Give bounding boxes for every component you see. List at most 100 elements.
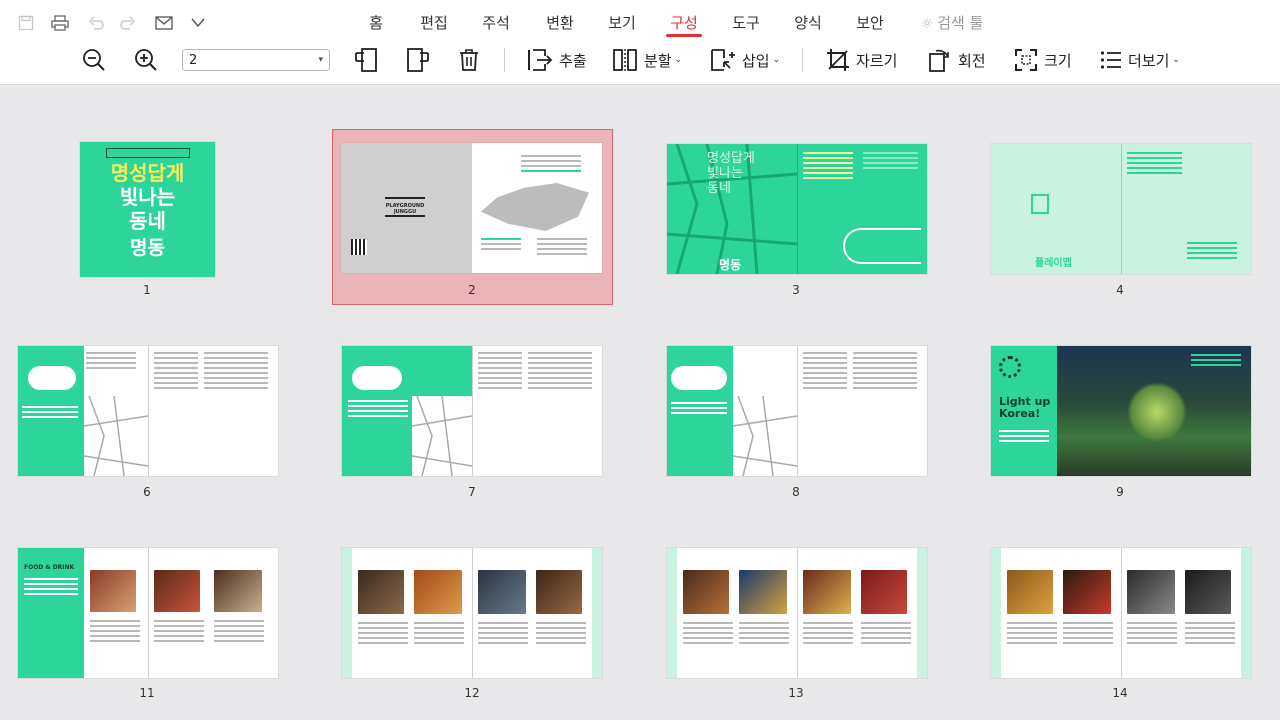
- text-block: [358, 622, 408, 647]
- page-fold: [148, 346, 149, 476]
- size-label: 크기: [1044, 51, 1072, 70]
- text-block: [154, 620, 204, 645]
- redo-icon[interactable]: [116, 11, 140, 35]
- district-map: [481, 183, 589, 231]
- playmap-label: 플레이맵: [1035, 258, 1072, 269]
- text-block: [1127, 152, 1182, 177]
- rotate-icon: [929, 49, 949, 72]
- tab-convert[interactable]: 변환: [544, 8, 576, 38]
- playground-logo: PLAYGROUND JUNGGU: [385, 197, 425, 217]
- speech-bubble: [352, 366, 402, 390]
- save-icon[interactable]: [14, 11, 38, 35]
- restaurant-photo: [358, 570, 404, 614]
- text-block: [803, 152, 853, 182]
- zoom-in-button[interactable]: [134, 44, 158, 76]
- page-number-label: 9: [1116, 485, 1124, 499]
- text-block: [214, 620, 264, 645]
- text-block: [803, 622, 853, 647]
- page-thumbnail[interactable]: 플레이맵: [991, 144, 1251, 274]
- page-fold: [1121, 548, 1122, 678]
- page-thumbnail[interactable]: 명성답게 빛나는 동네 명동: [80, 142, 215, 277]
- rotate-button[interactable]: 회전: [926, 44, 986, 76]
- tab-organize[interactable]: 구성: [666, 8, 702, 38]
- customize-dropdown-icon[interactable]: [186, 11, 210, 35]
- rotate-page-left-button[interactable]: [354, 44, 378, 76]
- page-thumbnail[interactable]: [342, 548, 602, 678]
- tab-forms[interactable]: 양식: [792, 8, 824, 38]
- tab-security[interactable]: 보안: [854, 8, 886, 38]
- page-number-label: 12: [464, 686, 480, 700]
- map-graphic: [412, 396, 472, 476]
- insert-label: 삽입: [742, 51, 770, 70]
- delete-page-button[interactable]: [458, 44, 480, 76]
- tab-search-tool[interactable]: ☼ 검색 툴: [916, 8, 988, 38]
- page-number-value: 2: [189, 52, 198, 68]
- zoom-out-icon: [83, 49, 105, 71]
- text-block: [478, 622, 528, 647]
- page-thumbnail[interactable]: Light up Korea!: [991, 346, 1251, 476]
- mail-icon[interactable]: [152, 11, 176, 35]
- tab-edit[interactable]: 편집: [418, 8, 450, 38]
- tab-tools[interactable]: 도구: [730, 8, 762, 38]
- text-block: [478, 352, 522, 392]
- page-fold: [797, 346, 798, 476]
- page-fold: [148, 548, 149, 678]
- light-up-korea-title: Light up Korea!: [999, 395, 1051, 421]
- toolbar-area: 홈 편집 주석 변환 보기 구성 도구 양식 보안 ☼ 검색 툴 2 ▾ 추출 분…: [0, 0, 1280, 85]
- page-thumbnail[interactable]: [991, 548, 1251, 678]
- page-thumbnail[interactable]: PLAYGROUND JUNGGU: [341, 143, 602, 273]
- size-button[interactable]: 크기: [1014, 44, 1072, 76]
- print-icon[interactable]: [48, 11, 72, 35]
- page-number-label: 1: [143, 283, 151, 297]
- split-button[interactable]: 분할 ⌄: [612, 44, 682, 76]
- cover-title-line: 빛나는: [119, 185, 176, 209]
- text-block: [24, 578, 78, 598]
- page-number-label: 11: [139, 686, 155, 700]
- more-button[interactable]: 더보기 ⌄: [1100, 44, 1180, 76]
- extract-label: 추출: [559, 51, 587, 70]
- ribbon-tabs: 홈 편집 주석 변환 보기 구성 도구 양식 보안 ☼ 검색 툴: [362, 8, 988, 38]
- food-drink-title: FOOD & DRINK: [24, 564, 75, 571]
- tab-home[interactable]: 홈: [362, 8, 390, 38]
- insert-button[interactable]: 삽입 ⌄: [710, 44, 780, 76]
- page-fold: [797, 144, 798, 274]
- list-icon: [1100, 51, 1121, 69]
- page-fold: [472, 548, 473, 678]
- page-thumbnail[interactable]: [667, 346, 927, 476]
- chevron-down-icon: ⌄: [674, 55, 683, 65]
- food-photo: [154, 570, 200, 612]
- food-photo: [536, 570, 582, 614]
- rotate-page-right-button[interactable]: [406, 44, 430, 76]
- undo-icon[interactable]: [84, 11, 108, 35]
- zoom-in-icon: [135, 49, 157, 71]
- page-thumbnail[interactable]: 명성답게 빛나는 동네 명동: [667, 144, 927, 274]
- page-number-select[interactable]: 2 ▾: [182, 49, 330, 71]
- zoom-out-button[interactable]: [82, 44, 106, 76]
- page-left-icon: [355, 48, 377, 72]
- page-number-label: 8: [792, 485, 800, 499]
- page-thumbnail[interactable]: [667, 548, 927, 678]
- text-block: [348, 400, 408, 420]
- food-photo: [1063, 570, 1111, 614]
- page-thumbnail[interactable]: FOOD & DRINK: [18, 548, 278, 678]
- text-block: [481, 238, 521, 253]
- tab-view[interactable]: 보기: [606, 8, 638, 38]
- page-edge-strip: [342, 548, 352, 678]
- toolbar-divider: [802, 48, 803, 72]
- trash-icon: [460, 49, 478, 71]
- sunburst-icon: [999, 356, 1021, 378]
- page-thumbnail[interactable]: [18, 346, 278, 476]
- storefront-photo: [803, 570, 851, 614]
- page-edge-strip: [917, 548, 927, 678]
- playmap-logo-icon: [1031, 194, 1049, 214]
- extract-button[interactable]: 추출: [527, 44, 587, 76]
- tab-annotate[interactable]: 주석: [480, 8, 512, 38]
- page-fold: [472, 346, 473, 476]
- page-thumbnail[interactable]: [342, 346, 602, 476]
- chevron-down-icon: ▾: [318, 55, 323, 65]
- crop-button[interactable]: 자르기: [826, 44, 897, 76]
- qr-code: [351, 239, 367, 255]
- food-photo: [1185, 570, 1231, 614]
- more-label: 더보기: [1128, 51, 1170, 70]
- chevron-down-icon: ⌄: [1172, 55, 1180, 65]
